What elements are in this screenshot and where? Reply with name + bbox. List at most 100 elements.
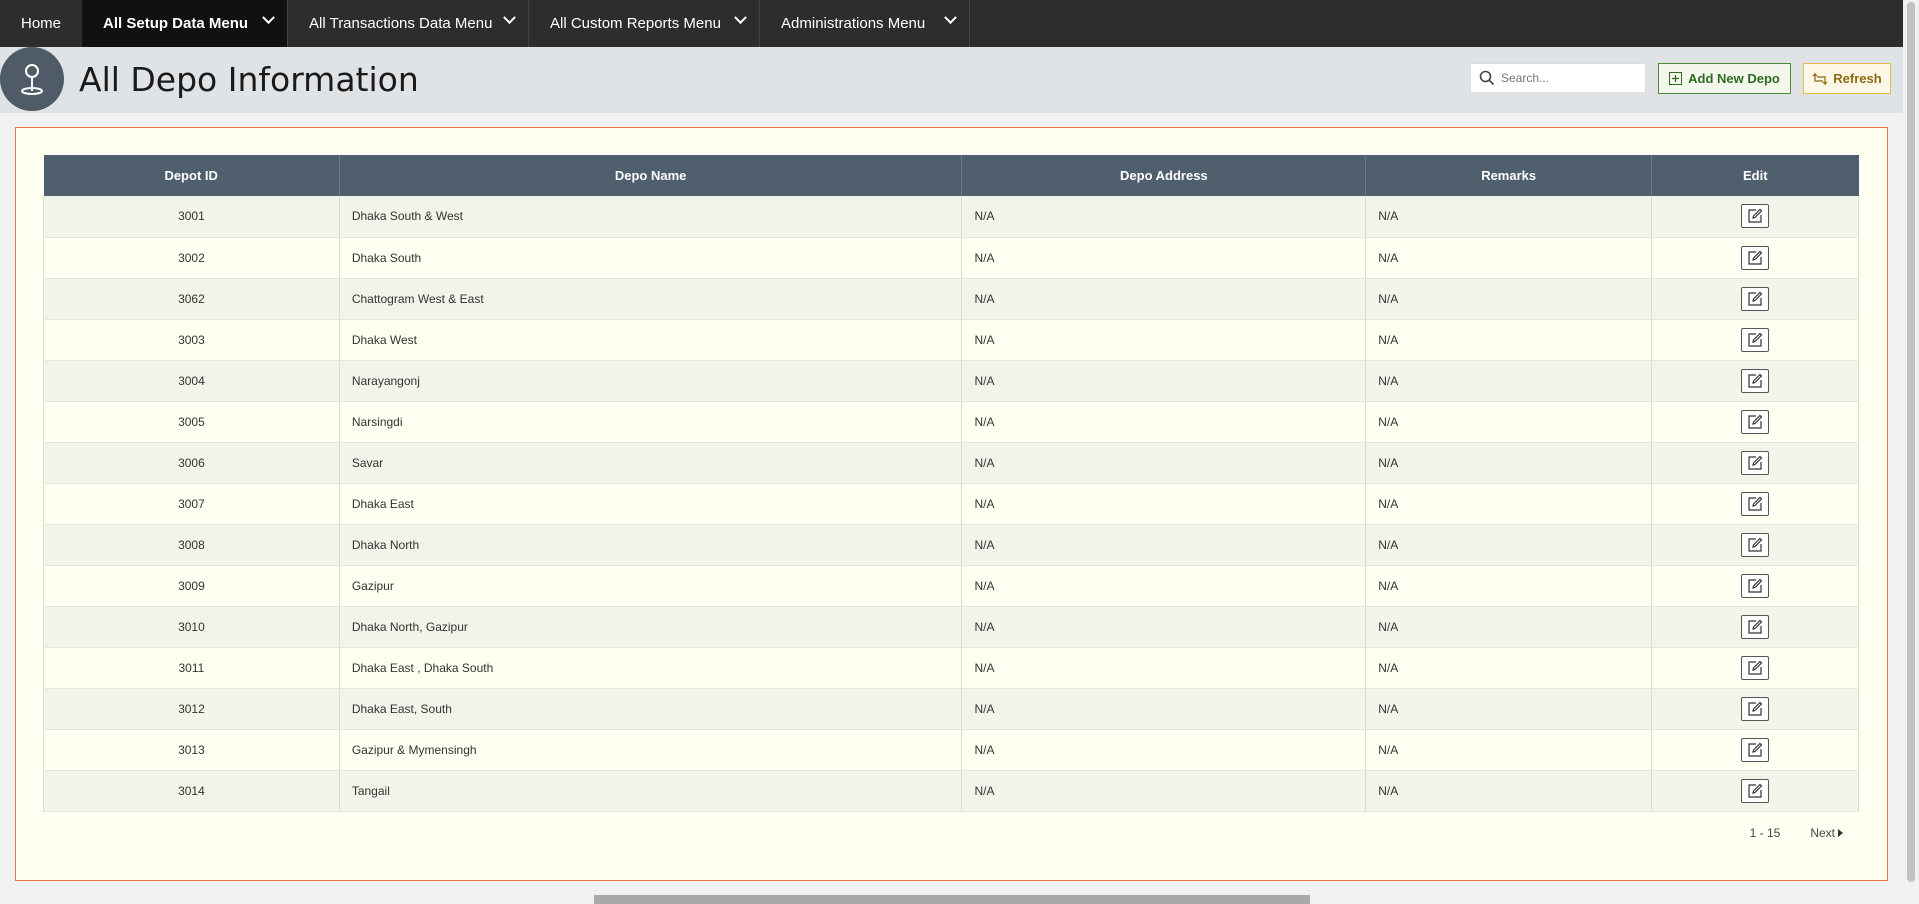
edit-icon[interactable] (1741, 778, 1770, 803)
table-row: 3003 Dhaka West N/A N/A (43, 319, 1859, 361)
table-row: 3007 Dhaka East N/A N/A (43, 483, 1859, 525)
cell-depo-address: N/A (961, 770, 1367, 812)
developer-toolbar[interactable] (594, 895, 1310, 904)
edit-icon[interactable] (1741, 614, 1770, 639)
next-page-link[interactable]: Next (1810, 826, 1843, 840)
cell-edit (1651, 237, 1859, 279)
edit-icon[interactable] (1741, 327, 1770, 352)
refresh-button[interactable]: Refresh (1803, 63, 1891, 94)
edit-icon[interactable] (1741, 737, 1770, 762)
cell-depo-name: Chattogram West & East (339, 278, 963, 320)
nav-transactions-menu[interactable]: All Transactions Data Menu (288, 0, 530, 47)
depo-report-panel: Depot ID Depo Name Depo Address Remarks … (15, 127, 1888, 881)
cell-depo-address: N/A (961, 237, 1367, 279)
edit-icon[interactable] (1741, 286, 1770, 311)
pagination: 1 - 15 Next (1750, 826, 1843, 840)
nav-home[interactable]: Home (0, 0, 82, 47)
cell-edit (1651, 196, 1859, 238)
cell-depot-id: 3013 (43, 729, 340, 771)
cell-remarks: N/A (1365, 442, 1653, 484)
cell-depot-id: 3009 (43, 565, 340, 607)
pagination-range: 1 - 15 (1749, 826, 1781, 840)
table-row: 3005 Narsingdi N/A N/A (43, 401, 1859, 443)
cell-edit (1651, 401, 1859, 443)
cell-depo-address: N/A (961, 688, 1367, 730)
edit-icon[interactable] (1741, 491, 1770, 516)
cell-depot-id: 3001 (43, 196, 340, 238)
depo-table: Depot ID Depo Name Depo Address Remarks … (43, 155, 1859, 812)
plus-square-icon (1669, 72, 1683, 85)
edit-icon[interactable] (1741, 409, 1770, 434)
cell-depo-address: N/A (961, 401, 1367, 443)
cell-remarks: N/A (1365, 647, 1653, 689)
edit-icon[interactable] (1741, 450, 1770, 475)
chevron-down-icon (734, 11, 747, 25)
top-navigation: Home All Setup Data Menu All Transaction… (0, 0, 1903, 47)
cell-remarks: N/A (1365, 237, 1653, 279)
nav-reports-menu[interactable]: All Custom Reports Menu (529, 0, 761, 47)
cell-edit (1651, 606, 1859, 648)
cell-depo-name: Gazipur & Mymensingh (339, 729, 963, 771)
column-header-remarks[interactable]: Remarks (1365, 155, 1653, 196)
search-input[interactable] (1501, 71, 1641, 85)
table-row: 3010 Dhaka North, Gazipur N/A N/A (43, 606, 1859, 648)
cell-depo-name: Dhaka South (339, 237, 963, 279)
edit-icon[interactable] (1741, 532, 1770, 557)
edit-icon[interactable] (1741, 696, 1770, 721)
nav-setup-menu[interactable]: All Setup Data Menu (82, 0, 289, 47)
cell-depot-id: 3007 (43, 483, 340, 525)
nav-admin-menu[interactable]: Administrations Menu (760, 0, 971, 47)
page-header: All Depo Information Add New Depo Refres… (0, 47, 1903, 113)
search-field[interactable] (1470, 63, 1646, 93)
cell-depo-name: Dhaka East, South (339, 688, 963, 730)
cell-depo-address: N/A (961, 606, 1367, 648)
cell-edit (1651, 524, 1859, 566)
cell-depo-name: Gazipur (339, 565, 963, 607)
cell-depo-name: Narayangonj (339, 360, 963, 402)
column-header-depo-name[interactable]: Depo Name (339, 155, 963, 196)
edit-icon[interactable] (1741, 573, 1770, 598)
cell-edit (1651, 565, 1859, 607)
cell-remarks: N/A (1365, 483, 1653, 525)
cell-depo-name: Dhaka West (339, 319, 963, 361)
cell-edit (1651, 319, 1859, 361)
cell-depot-id: 3011 (43, 647, 340, 689)
cell-depot-id: 3004 (43, 360, 340, 402)
cell-depot-id: 3005 (43, 401, 340, 443)
edit-icon[interactable] (1741, 655, 1770, 680)
cell-depo-address: N/A (961, 524, 1367, 566)
cell-edit (1651, 278, 1859, 320)
cell-depo-name: Dhaka North (339, 524, 963, 566)
cell-remarks: N/A (1365, 565, 1653, 607)
refresh-icon (1812, 72, 1828, 85)
table-row: 3008 Dhaka North N/A N/A (43, 524, 1859, 566)
column-header-depo-address[interactable]: Depo Address (961, 155, 1367, 196)
table-row: 3062 Chattogram West & East N/A N/A (43, 278, 1859, 320)
cell-depo-name: Tangail (339, 770, 963, 812)
cell-edit (1651, 483, 1859, 525)
vertical-scrollbar[interactable] (1903, 0, 1919, 904)
table-header-row: Depot ID Depo Name Depo Address Remarks … (43, 155, 1859, 196)
refresh-label: Refresh (1833, 71, 1882, 86)
cell-depo-address: N/A (961, 278, 1367, 320)
cell-remarks: N/A (1365, 196, 1653, 238)
cell-remarks: N/A (1365, 606, 1653, 648)
page-title: All Depo Information (79, 60, 419, 99)
edit-icon[interactable] (1741, 245, 1770, 270)
cell-remarks: N/A (1365, 319, 1653, 361)
table-row: 3014 Tangail N/A N/A (43, 770, 1859, 812)
cell-depot-id: 3003 (43, 319, 340, 361)
cell-remarks: N/A (1365, 278, 1653, 320)
add-new-depo-button[interactable]: Add New Depo (1658, 63, 1791, 94)
cell-depot-id: 3010 (43, 606, 340, 648)
column-header-depot-id[interactable]: Depot ID (43, 155, 340, 196)
cell-edit (1651, 442, 1859, 484)
table-row: 3004 Narayangonj N/A N/A (43, 360, 1859, 402)
scrollbar-thumb[interactable] (1907, 2, 1915, 882)
edit-icon[interactable] (1741, 204, 1770, 229)
table-row: 3013 Gazipur & Mymensingh N/A N/A (43, 729, 1859, 771)
add-new-depo-label: Add New Depo (1688, 71, 1780, 86)
edit-icon[interactable] (1741, 368, 1770, 393)
table-row: 3006 Savar N/A N/A (43, 442, 1859, 484)
cell-depo-address: N/A (961, 360, 1367, 402)
